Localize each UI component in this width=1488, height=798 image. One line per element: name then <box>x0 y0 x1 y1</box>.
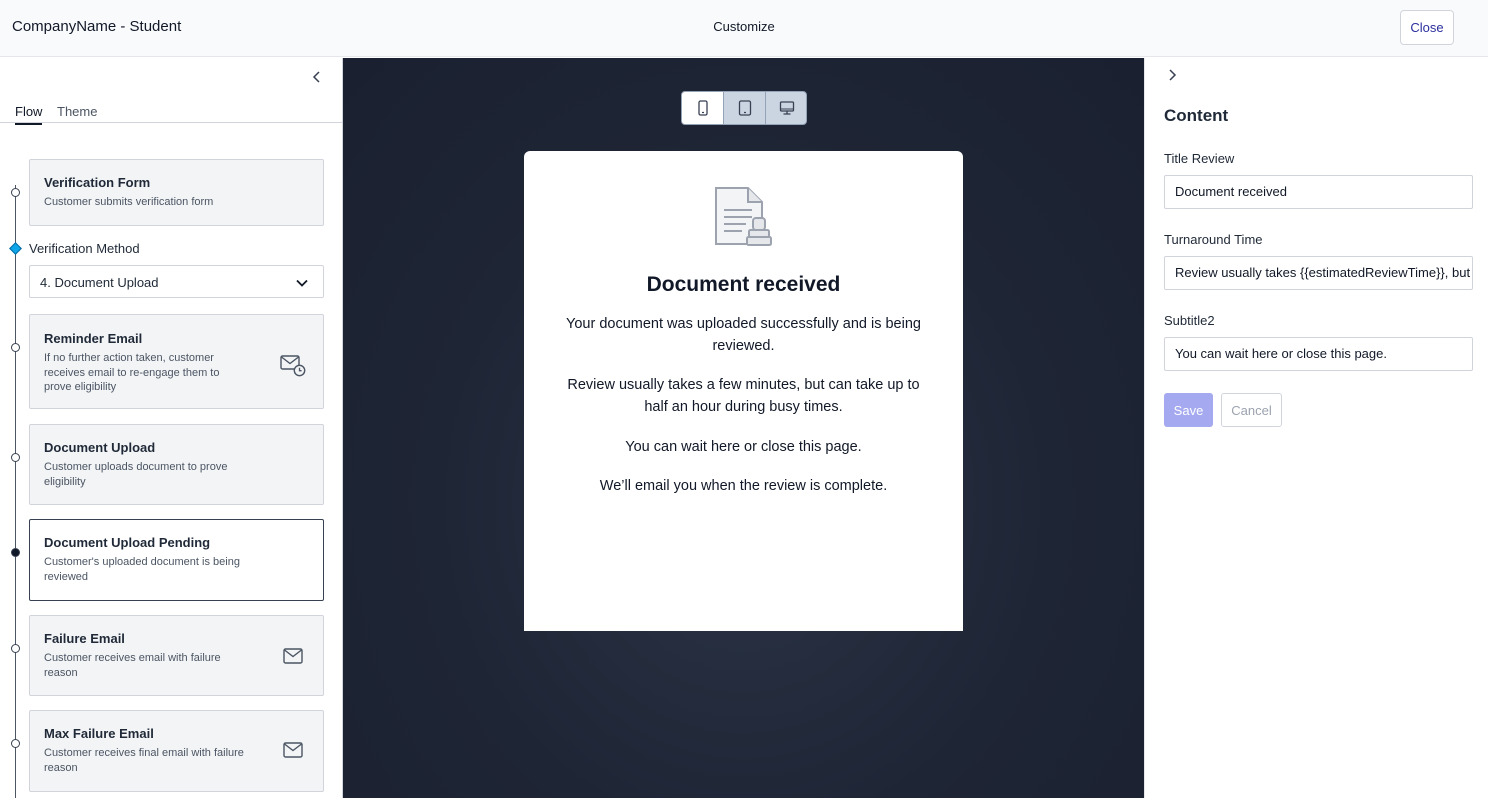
page-title: Customize <box>713 19 775 34</box>
subtitle2-input[interactable]: You can wait here or close this page. <box>1164 337 1473 371</box>
device-tablet-button[interactable] <box>724 92 766 124</box>
mobile-icon <box>698 100 708 116</box>
step-title: Reminder Email <box>44 331 143 346</box>
timeline-branch-diamond <box>9 242 22 255</box>
step-description: Customer submits verification form <box>44 196 214 208</box>
verification-method-label: Verification Method <box>29 241 140 256</box>
flow-timeline <box>15 185 16 798</box>
tab-flow[interactable]: Flow <box>15 104 43 125</box>
tab-theme[interactable]: Theme <box>57 104 97 123</box>
step-card-reminder-email[interactable]: Reminder Email If no further action take… <box>29 314 324 409</box>
email-icon <box>283 742 303 758</box>
timeline-node <box>11 343 20 352</box>
step-description: Customer uploads document to prove eligi… <box>44 461 228 488</box>
field-label-subtitle2: Subtitle2 <box>1164 313 1215 328</box>
collapse-right-panel-button[interactable] <box>1163 66 1181 84</box>
timeline-node <box>11 739 20 748</box>
cancel-button[interactable]: Cancel <box>1221 393 1282 427</box>
email-icon <box>283 648 303 664</box>
step-title: Verification Form <box>44 175 151 190</box>
preview-paragraph: We’ll email you when the review is compl… <box>599 478 888 494</box>
verification-method-value: 4. Document Upload <box>40 275 159 290</box>
tablet-icon <box>738 100 752 116</box>
top-bar: CompanyName - Student Customize Close <box>0 0 1488 57</box>
step-card-max-failure-email[interactable]: Max Failure Email Customer receives fina… <box>29 710 324 792</box>
step-description: Customer receives email with failure rea… <box>44 652 221 679</box>
flow-panel: Flow Theme Verification Form Customer su… <box>0 58 343 798</box>
verification-method-select[interactable]: 4. Document Upload <box>29 265 324 298</box>
step-card-failure-email[interactable]: Failure Email Customer receives email wi… <box>29 615 324 696</box>
close-button[interactable]: Close <box>1400 10 1454 45</box>
preview-canvas: Document received Your document was uplo… <box>343 58 1144 798</box>
title-review-input[interactable]: Document received <box>1164 175 1473 209</box>
step-title: Failure Email <box>44 631 125 646</box>
email-clock-icon <box>280 355 306 377</box>
chevron-right-icon <box>1169 69 1177 81</box>
device-desktop-button[interactable] <box>766 92 806 124</box>
chevron-down-icon <box>296 279 308 287</box>
step-description: Customer receives final email with failu… <box>44 747 244 774</box>
panel-title: Content <box>1164 106 1229 125</box>
desktop-icon <box>779 101 795 115</box>
field-label-turnaround-time: Turnaround Time <box>1164 232 1263 247</box>
preview-paragraph: Your document was uploaded successfully … <box>566 316 921 354</box>
device-toggle <box>681 91 807 125</box>
turnaround-time-input[interactable]: Review usually takes {{estimatedReviewTi… <box>1164 256 1473 290</box>
step-title: Max Failure Email <box>44 726 154 741</box>
collapse-left-panel-button[interactable] <box>308 68 326 86</box>
step-card-document-upload-pending[interactable]: Document Upload Pending Customer's uploa… <box>29 519 324 601</box>
timeline-node <box>11 188 20 197</box>
content-panel: Content Title Review Document received T… <box>1144 58 1488 798</box>
step-card-document-upload[interactable]: Document Upload Customer uploads documen… <box>29 424 324 505</box>
preview-card: Document received Your document was uplo… <box>524 151 963 631</box>
timeline-node <box>11 453 20 462</box>
step-description: If no further action taken, customer rec… <box>44 352 220 393</box>
preview-paragraph: Review usually takes a few minutes, but … <box>567 377 920 415</box>
timeline-node <box>11 644 20 653</box>
chevron-left-icon <box>312 71 320 83</box>
save-button[interactable]: Save <box>1164 393 1213 427</box>
document-stamp-icon <box>715 187 772 246</box>
panel-tabs: Flow Theme <box>0 96 342 125</box>
step-title: Document Upload <box>44 440 156 455</box>
timeline-node-active <box>11 548 20 557</box>
preview-title: Document received <box>646 273 841 296</box>
step-card-verification-form[interactable]: Verification Form Customer submits verif… <box>29 159 324 226</box>
step-description: Customer's uploaded document is being re… <box>44 556 240 583</box>
device-mobile-button[interactable] <box>682 92 724 124</box>
field-label-title-review: Title Review <box>1164 151 1235 166</box>
preview-paragraph: You can wait here or close this page. <box>625 439 862 455</box>
step-title: Document Upload Pending <box>44 535 211 550</box>
